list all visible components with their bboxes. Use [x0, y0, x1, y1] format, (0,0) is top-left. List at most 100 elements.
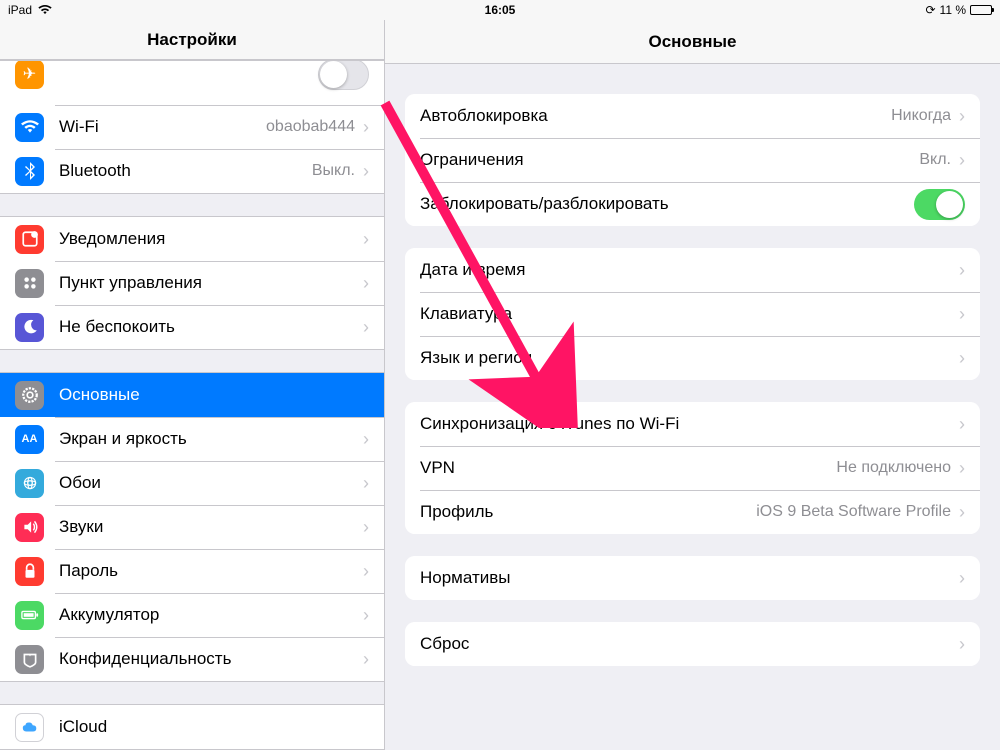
reset-label: Сброс: [420, 634, 959, 654]
airplane-toggle[interactable]: [318, 61, 369, 90]
keyboard-label: Клавиатура: [420, 304, 959, 324]
chevron-icon: ›: [363, 430, 369, 448]
bluetooth-value: Выкл.: [312, 162, 355, 180]
chevron-icon: ›: [363, 230, 369, 248]
row-autolock[interactable]: Автоблокировка Никогда ›: [405, 94, 980, 138]
row-wifi[interactable]: Wi-Fi obaobab444 ›: [0, 105, 384, 149]
row-language[interactable]: Язык и регион ›: [405, 336, 980, 380]
restrictions-label: Ограничения: [420, 150, 919, 170]
group-alerts: Уведомления › Пункт управления › Не бесп…: [0, 216, 384, 350]
profile-label: Профиль: [420, 502, 756, 522]
sync-icon: ⟳: [925, 3, 935, 17]
vpn-value: Не подключено: [836, 459, 951, 477]
row-control-center[interactable]: Пункт управления ›: [0, 261, 384, 305]
dnd-label: Не беспокоить: [59, 317, 363, 337]
bluetooth-label: Bluetooth: [59, 161, 312, 181]
row-profile[interactable]: Профиль iOS 9 Beta Software Profile ›: [405, 490, 980, 534]
device-label: iPad: [8, 3, 32, 17]
notifications-label: Уведомления: [59, 229, 363, 249]
wifi-label: Wi-Fi: [59, 117, 266, 137]
autolock-value: Никогда: [891, 107, 951, 125]
detail-pane: Основные Автоблокировка Никогда › Ограни…: [385, 20, 1000, 750]
row-bluetooth[interactable]: Bluetooth Выкл. ›: [0, 149, 384, 193]
itunes-wifi-sync-label: Синхронизация с iTunes по Wi-Fi: [420, 414, 959, 434]
chevron-icon: ›: [363, 650, 369, 668]
chevron-icon: ›: [363, 162, 369, 180]
chevron-icon: ›: [363, 318, 369, 336]
group-connectivity: ✈ Wi-Fi obaobab444 › Bluetooth Выкл. ›: [0, 60, 384, 194]
control-center-label: Пункт управления: [59, 273, 363, 293]
chevron-icon: ›: [959, 261, 965, 279]
row-icloud[interactable]: iCloud: [0, 705, 384, 749]
chevron-icon: ›: [959, 151, 965, 169]
autolock-label: Автоблокировка: [420, 106, 891, 126]
group-lockscreen: Автоблокировка Никогда › Ограничения Вкл…: [405, 94, 980, 226]
row-restrictions[interactable]: Ограничения Вкл. ›: [405, 138, 980, 182]
chevron-icon: ›: [959, 503, 965, 521]
regulatory-label: Нормативы: [420, 568, 959, 588]
icloud-icon: [15, 713, 44, 742]
row-battery[interactable]: Аккумулятор ›: [0, 593, 384, 637]
general-label: Основные: [59, 385, 369, 405]
row-general[interactable]: Основные: [0, 373, 384, 417]
notifications-icon: [15, 225, 44, 254]
gear-icon: [15, 381, 44, 410]
wifi-icon: [38, 5, 52, 15]
chevron-icon: ›: [959, 305, 965, 323]
row-vpn[interactable]: VPN Не подключено ›: [405, 446, 980, 490]
row-dnd[interactable]: Не беспокоить ›: [0, 305, 384, 349]
sidebar-title: Настройки: [0, 20, 384, 60]
battery-percent: 11 %: [940, 3, 966, 17]
chevron-icon: ›: [959, 459, 965, 477]
row-password[interactable]: Пароль ›: [0, 549, 384, 593]
battery-icon: [970, 5, 992, 15]
dnd-icon: [15, 313, 44, 342]
group-sync: Синхронизация с iTunes по Wi-Fi › VPN Не…: [405, 402, 980, 534]
lock-unlock-toggle[interactable]: [914, 189, 965, 220]
group-icloud: iCloud: [0, 704, 384, 750]
chevron-icon: ›: [363, 474, 369, 492]
chevron-icon: ›: [363, 606, 369, 624]
row-itunes-wifi-sync[interactable]: Синхронизация с iTunes по Wi-Fi ›: [405, 402, 980, 446]
wallpaper-icon: [15, 469, 44, 498]
privacy-icon: [15, 645, 44, 674]
chevron-icon: ›: [363, 274, 369, 292]
restrictions-value: Вкл.: [919, 151, 951, 169]
language-label: Язык и регион: [420, 348, 959, 368]
wifi-value: obaobab444: [266, 118, 355, 136]
password-label: Пароль: [59, 561, 363, 581]
display-label: Экран и яркость: [59, 429, 363, 449]
row-privacy[interactable]: Конфиденциальность ›: [0, 637, 384, 681]
detail-title: Основные: [385, 20, 1000, 64]
display-icon: AA: [15, 425, 44, 454]
group-locale: Дата и время › Клавиатура › Язык и регио…: [405, 248, 980, 380]
bluetooth-icon: [15, 157, 44, 186]
row-reset[interactable]: Сброс ›: [405, 622, 980, 666]
datetime-label: Дата и время: [420, 260, 959, 280]
clock: 16:05: [485, 3, 516, 17]
row-display[interactable]: AA Экран и яркость ›: [0, 417, 384, 461]
settings-sidebar: Настройки ✈ Wi-Fi obaobab444 › Bluetooth: [0, 20, 385, 750]
chevron-icon: ›: [959, 349, 965, 367]
row-regulatory[interactable]: Нормативы ›: [405, 556, 980, 600]
row-datetime[interactable]: Дата и время ›: [405, 248, 980, 292]
lock-icon: [15, 557, 44, 586]
chevron-icon: ›: [363, 118, 369, 136]
row-keyboard[interactable]: Клавиатура ›: [405, 292, 980, 336]
row-lock-unlock[interactable]: Заблокировать/разблокировать: [405, 182, 980, 226]
privacy-label: Конфиденциальность: [59, 649, 363, 669]
row-notifications[interactable]: Уведомления ›: [0, 217, 384, 261]
chevron-icon: ›: [363, 562, 369, 580]
chevron-icon: ›: [363, 518, 369, 536]
airplane-icon: ✈: [15, 61, 44, 89]
chevron-icon: ›: [959, 635, 965, 653]
battery-icon: [15, 601, 44, 630]
chevron-icon: ›: [959, 569, 965, 587]
vpn-label: VPN: [420, 458, 836, 478]
row-wallpaper[interactable]: Обои ›: [0, 461, 384, 505]
row-airplane-partial[interactable]: ✈: [0, 61, 384, 105]
chevron-icon: ›: [959, 415, 965, 433]
row-sounds[interactable]: Звуки ›: [0, 505, 384, 549]
status-bar: iPad 16:05 ⟳ 11 %: [0, 0, 1000, 20]
group-general: Основные AA Экран и яркость › Обои › Зву…: [0, 372, 384, 682]
